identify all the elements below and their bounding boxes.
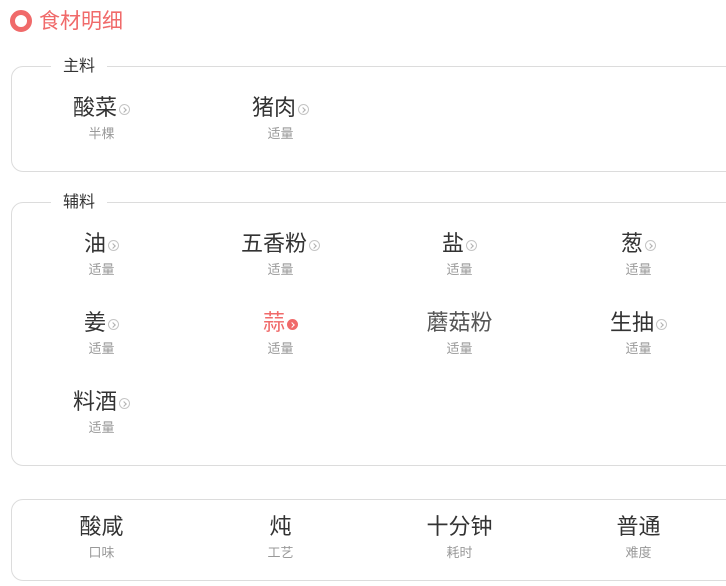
ingredient-name[interactable]: 料酒 — [73, 387, 117, 419]
ingredient-name[interactable]: 蒜 — [263, 308, 285, 340]
info-taste: 酸咸 口味 — [12, 513, 191, 562]
ingredient-item[interactable]: 葱 适量 — [549, 229, 726, 279]
info-value: 十分钟 — [426, 515, 493, 540]
ingredient-item[interactable]: 酸菜 半棵 — [12, 93, 191, 143]
ingredient-name[interactable]: 猪肉 — [252, 93, 296, 125]
ingredient-name[interactable]: 姜 — [84, 308, 106, 340]
ingredient-item[interactable]: 盐 适量 — [370, 229, 549, 279]
ingredient-name[interactable]: 生抽 — [610, 308, 654, 340]
ingredient-item[interactable]: 油 适量 — [12, 229, 191, 279]
ingredient-name[interactable]: 葱 — [621, 229, 643, 261]
ingredient-name: 蘑菇粉 — [426, 311, 493, 336]
ingredient-name[interactable]: 五香粉 — [241, 229, 307, 261]
ring-icon — [10, 10, 32, 32]
info-time: 十分钟 耗时 — [370, 513, 549, 562]
aux-ingredients-box: 辅料 油 适量 五香粉 适量 盐 适量 葱 适量 姜 适量 蒜 适量 蘑菇粉 适… — [11, 192, 726, 466]
aux-ingredients-legend: 辅料 — [51, 192, 108, 212]
info-label: 耗时 — [446, 546, 473, 561]
ingredient-item[interactable]: 五香粉 适量 — [191, 229, 370, 279]
section-title: 食材明细 — [39, 9, 123, 33]
chevron-right-circle-icon[interactable] — [108, 239, 119, 251]
chevron-right-circle-icon[interactable] — [108, 318, 119, 330]
ingredient-item[interactable]: 生抽 适量 — [549, 308, 726, 358]
chevron-right-circle-icon[interactable] — [466, 239, 477, 251]
ingredient-qty: 适量 — [625, 263, 652, 278]
ingredient-qty: 适量 — [88, 342, 115, 357]
ingredient-qty: 适量 — [625, 342, 652, 357]
info-value: 炖 — [269, 515, 292, 540]
ingredient-qty: 适量 — [446, 263, 473, 278]
chevron-right-circle-icon[interactable] — [298, 103, 309, 115]
chevron-right-circle-icon[interactable] — [287, 318, 298, 330]
main-ingredients-box: 主料 酸菜 半棵 猪肉 适量 — [11, 56, 726, 172]
ingredient-item[interactable]: 姜 适量 — [12, 308, 191, 358]
chevron-right-circle-icon[interactable] — [119, 103, 130, 115]
recipe-info-box: 酸咸 口味 炖 工艺 十分钟 耗时 普通 难度 — [11, 499, 726, 581]
ingredient-qty: 适量 — [446, 342, 473, 357]
chevron-right-circle-icon[interactable] — [119, 397, 130, 409]
chevron-right-circle-icon[interactable] — [656, 318, 667, 330]
info-label: 工艺 — [267, 546, 294, 561]
info-label: 口味 — [88, 546, 115, 561]
ingredient-name[interactable]: 盐 — [442, 229, 464, 261]
ingredient-qty: 适量 — [267, 342, 294, 357]
ingredient-item: 蘑菇粉 适量 — [370, 308, 549, 358]
ingredient-qty: 半棵 — [88, 127, 115, 142]
ingredient-name[interactable]: 酸菜 — [73, 93, 117, 125]
info-value: 酸咸 — [79, 515, 124, 540]
ingredient-qty: 适量 — [88, 263, 115, 278]
ingredient-qty: 适量 — [267, 263, 294, 278]
ingredient-qty: 适量 — [88, 421, 115, 436]
info-technique: 炖 工艺 — [191, 513, 370, 562]
ingredient-item[interactable]: 蒜 适量 — [191, 308, 370, 358]
info-value: 普通 — [616, 515, 661, 540]
ingredient-name[interactable]: 油 — [84, 229, 106, 261]
main-ingredients-legend: 主料 — [51, 56, 108, 76]
chevron-right-circle-icon[interactable] — [309, 239, 320, 251]
info-difficulty: 普通 难度 — [549, 513, 726, 562]
ingredient-item[interactable]: 猪肉 适量 — [191, 93, 370, 143]
chevron-right-circle-icon[interactable] — [645, 239, 656, 251]
ingredient-item[interactable]: 料酒 适量 — [12, 387, 191, 437]
ingredient-qty: 适量 — [267, 127, 294, 142]
section-header: 食材明细 — [10, 8, 123, 34]
info-label: 难度 — [625, 546, 652, 561]
